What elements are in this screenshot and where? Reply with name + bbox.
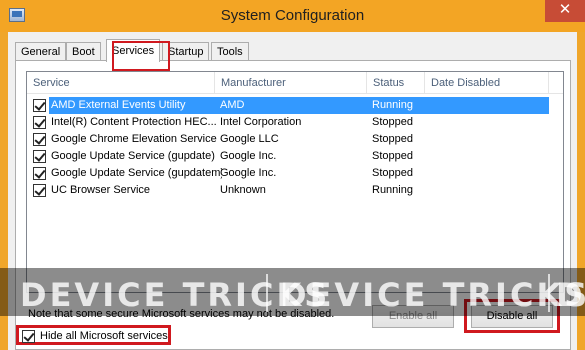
window-title: System Configuration — [220, 7, 365, 24]
table-row[interactable]: Google Chrome Elevation Service Google L… — [27, 131, 549, 148]
tab-general[interactable]: General — [15, 42, 67, 61]
service-manufacturer: AMD — [220, 97, 245, 114]
service-status: Running — [372, 184, 413, 196]
service-status: Stopped — [372, 150, 413, 162]
service-status: Running — [372, 97, 413, 114]
title-bar[interactable]: System Configuration ✕ — [0, 0, 585, 32]
services-tab-highlight-box — [112, 41, 170, 71]
column-header-service[interactable]: Service — [27, 72, 215, 94]
service-manufacturer: Unknown — [220, 184, 266, 196]
service-checkbox[interactable] — [33, 167, 46, 180]
service-name: AMD External Events Utility — [49, 97, 222, 114]
service-checkbox[interactable] — [33, 184, 46, 197]
service-name: Google Update Service (gupdatem) — [51, 167, 222, 179]
table-row[interactable]: UC Browser Service Unknown Running — [27, 182, 549, 199]
table-row[interactable]: AMD External Events Utility AMD Running — [27, 97, 549, 114]
hide-microsoft-services-label: Hide all Microsoft services — [40, 330, 168, 342]
table-row[interactable]: Google Update Service (gupdate) Google I… — [27, 148, 549, 165]
service-name: Google Update Service (gupdate) — [51, 150, 215, 162]
dialog-client-area: General Boot Services Startup Tools Serv… — [8, 32, 577, 350]
hide-microsoft-services-option[interactable]: Hide all Microsoft services — [16, 325, 171, 345]
hide-microsoft-services-checkbox[interactable] — [22, 330, 35, 343]
tab-boot[interactable]: Boot — [66, 42, 101, 61]
service-name: UC Browser Service — [51, 184, 151, 196]
service-manufacturer: Intel Corporation — [220, 116, 302, 128]
service-checkbox[interactable] — [33, 116, 46, 129]
service-checkbox[interactable] — [33, 99, 46, 112]
column-header-manufacturer[interactable]: Manufacturer — [215, 72, 367, 94]
service-name: Google Chrome Elevation Service — [51, 133, 217, 145]
service-status: Stopped — [372, 167, 413, 179]
column-header-date-disabled[interactable]: Date Disabled — [425, 72, 549, 94]
service-manufacturer: Google LLC — [220, 133, 279, 145]
services-list[interactable]: Service Manufacturer Status Date Disable… — [26, 71, 564, 293]
services-panel: Service Manufacturer Status Date Disable… — [15, 60, 571, 350]
service-checkbox[interactable] — [33, 133, 46, 146]
close-button[interactable]: ✕ — [545, 0, 585, 22]
disable-all-highlight-box — [464, 299, 560, 333]
table-row[interactable]: Google Update Service (gupdatem) Google … — [27, 165, 549, 182]
column-header-status[interactable]: Status — [367, 72, 425, 94]
service-manufacturer: Google Inc. — [220, 167, 277, 179]
service-status: Stopped — [372, 116, 413, 128]
enable-all-button[interactable]: Enable all — [372, 305, 454, 328]
service-status: Stopped — [372, 133, 413, 145]
list-header: Service Manufacturer Status Date Disable… — [27, 72, 563, 94]
tab-tools[interactable]: Tools — [211, 42, 249, 61]
service-checkbox[interactable] — [33, 150, 46, 163]
service-name: Intel(R) Content Protection HEC... — [51, 116, 217, 128]
table-row[interactable]: Intel(R) Content Protection HEC... Intel… — [27, 114, 549, 131]
service-manufacturer: Google Inc. — [220, 150, 277, 162]
secure-services-note: Note that some secure Microsoft services… — [28, 308, 335, 320]
